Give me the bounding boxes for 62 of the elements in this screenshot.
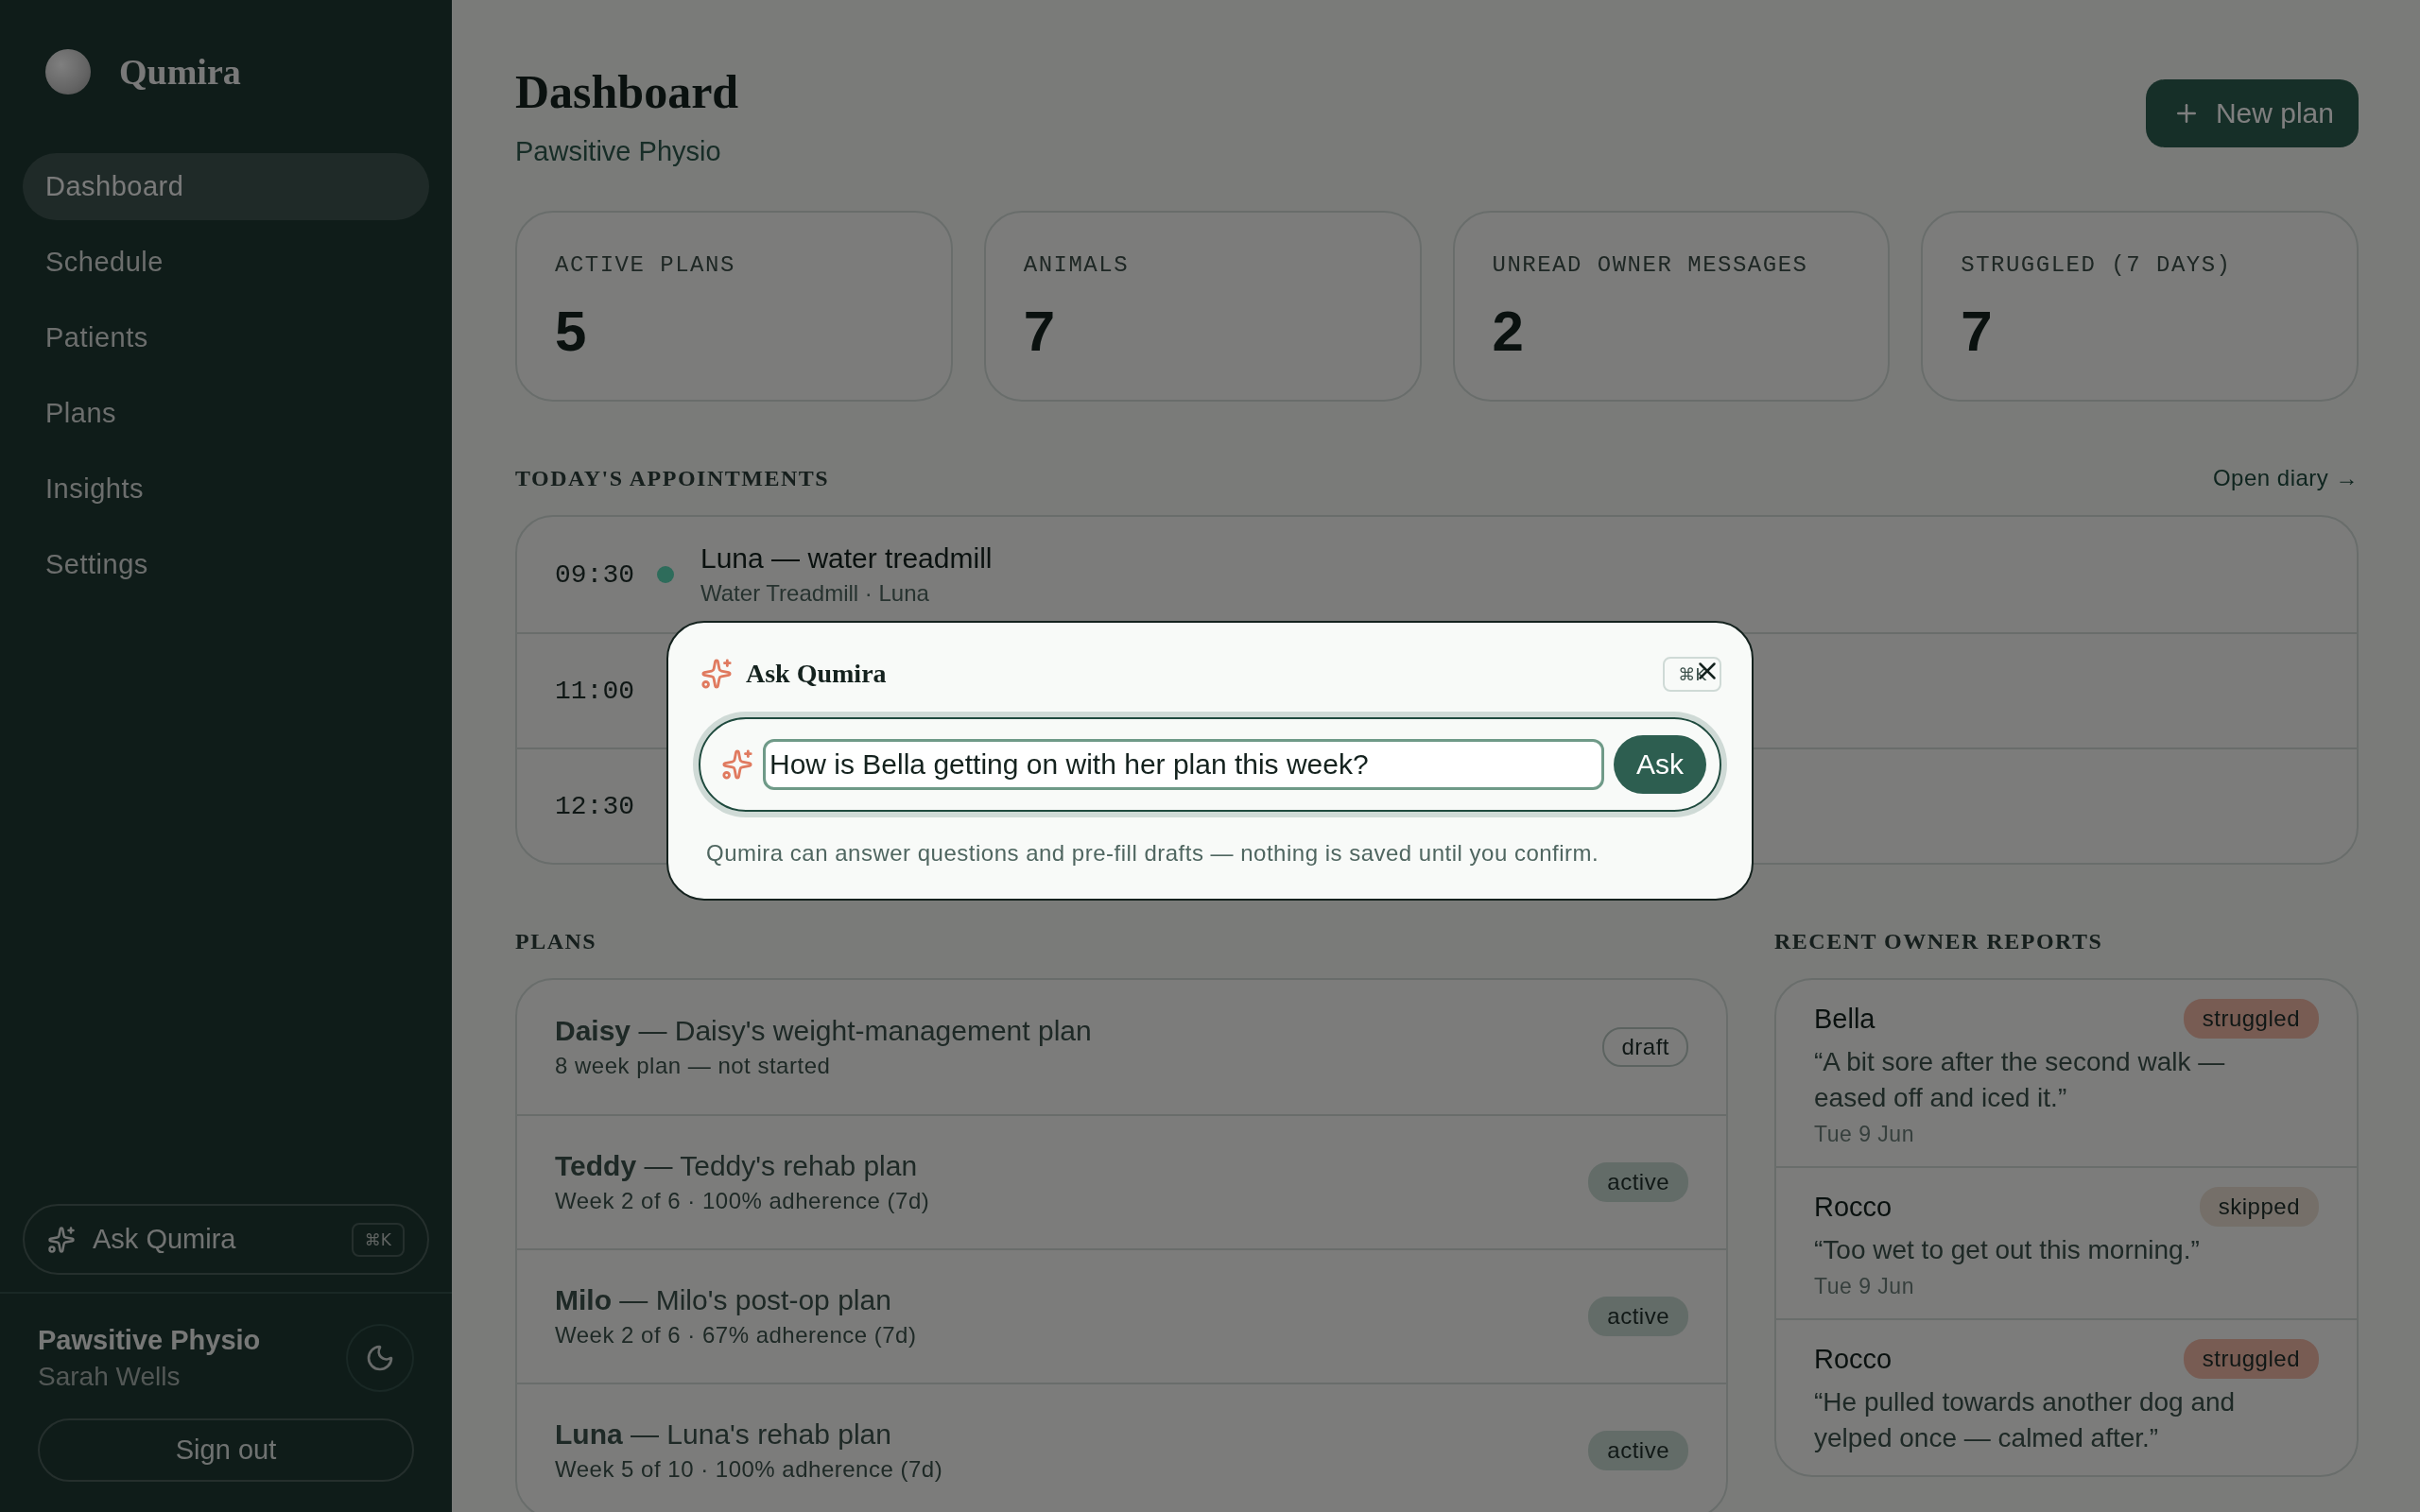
plan-detail: Week 2 of 6 · 67% adherence (7d) (555, 1322, 917, 1349)
new-plan-button[interactable]: New plan (2145, 79, 2359, 147)
stat-value: 2 (1492, 299, 1525, 364)
ask-submit-button[interactable]: Ask (1614, 735, 1706, 794)
report-quote: “A bit sore after the second walk — eased off and iced it.” (1814, 1046, 2226, 1114)
question-field[interactable]: How is Bella getting on with her plan this week? (763, 739, 1604, 790)
nav-item[interactable]: Dashboard (23, 153, 429, 220)
status-badge: struggled (2183, 1339, 2319, 1379)
dialog-note: Qumira can answer questions and pre-fill drafts — nothing is saved until you confirm. (706, 840, 1600, 867)
status-badge: skipped (2199, 1187, 2319, 1227)
org-name: Pawsitive Physio (38, 1324, 261, 1356)
plan-title[interactable]: Luna — Luna's rehab plan (555, 1418, 943, 1451)
report-pet-name: Rocco (1814, 1343, 1893, 1375)
stat-value: 7 (1023, 299, 1057, 364)
logo-icon (45, 49, 91, 94)
plan-detail: Week 2 of 6 · 100% adherence (7d) (555, 1188, 930, 1214)
report-date: Tue 9 Jun (1814, 1122, 1915, 1147)
dialog-title: Ask Qumira (746, 659, 888, 689)
nav-item[interactable]: Insights (23, 455, 429, 523)
stat-label: UNREAD OWNER MESSAGES (1492, 252, 1809, 278)
report-pet-name: Bella (1814, 1003, 1876, 1035)
sparkle-icon (721, 748, 753, 781)
section-heading: PLANS (515, 928, 597, 954)
report-quote: “He pulled towards another dog and yelped once — calmed after.” (1814, 1386, 2237, 1454)
sign-out-button[interactable]: Sign out (38, 1418, 414, 1482)
plan-title[interactable]: Teddy — Teddy's rehab plan (555, 1150, 930, 1182)
stat-value: 5 (555, 299, 588, 364)
plan-title[interactable]: Milo — Milo's post-op plan (555, 1284, 917, 1316)
nav-item[interactable]: Schedule (23, 229, 429, 296)
sparkle-icon (47, 1225, 76, 1254)
plan-title[interactable]: Daisy — Daisy's weight-management plan (555, 1015, 1092, 1047)
appointment-subtitle: Water Treadmill · Luna (700, 580, 930, 607)
user-name: Sarah Wells (38, 1361, 182, 1392)
section-heading: TODAY'S APPOINTMENTS (515, 465, 830, 491)
moon-icon (365, 1343, 395, 1373)
nav-item[interactable]: Patients (23, 304, 429, 371)
status-badge: active (1588, 1431, 1688, 1470)
theme-toggle[interactable] (346, 1324, 414, 1392)
section-heading: RECENT OWNER REPORTS (1774, 928, 2103, 954)
nav-item[interactable]: Settings (23, 531, 429, 598)
status-badge: struggled (2183, 999, 2319, 1039)
open-diary-link[interactable]: Open diary → (2212, 465, 2359, 491)
nav-item[interactable]: Plans (23, 380, 429, 447)
page-subtitle: Pawsitive Physio (515, 136, 722, 167)
page-title: Dashboard (515, 64, 739, 119)
status-badge: active (1588, 1297, 1688, 1336)
plan-detail: 8 week plan — not started (555, 1053, 832, 1079)
status-badge: draft (1602, 1027, 1688, 1067)
stat-value: 7 (1961, 299, 1994, 364)
stat-label: STRUGGLED (7 DAYS) (1961, 252, 2233, 278)
appointment-title: Luna — water treadmill (700, 542, 993, 575)
plan-detail: Week 5 of 10 · 100% adherence (7d) (555, 1456, 943, 1483)
sparkle-icon (700, 658, 733, 690)
stat-label: ANIMALS (1023, 252, 1131, 278)
report-quote: “Too wet to get out this morning.” (1814, 1234, 2201, 1266)
report-date: Tue 9 Jun (1814, 1274, 1915, 1299)
ask-button[interactable]: Ask Qumira ⌘K (23, 1204, 429, 1275)
status-badge: active (1588, 1162, 1688, 1202)
brand-name: Qumira (119, 51, 241, 93)
shortcut-key: ⌘K (351, 1222, 405, 1257)
stat-label: ACTIVE PLANS (555, 252, 736, 278)
report-pet-name: Rocco (1814, 1191, 1893, 1223)
